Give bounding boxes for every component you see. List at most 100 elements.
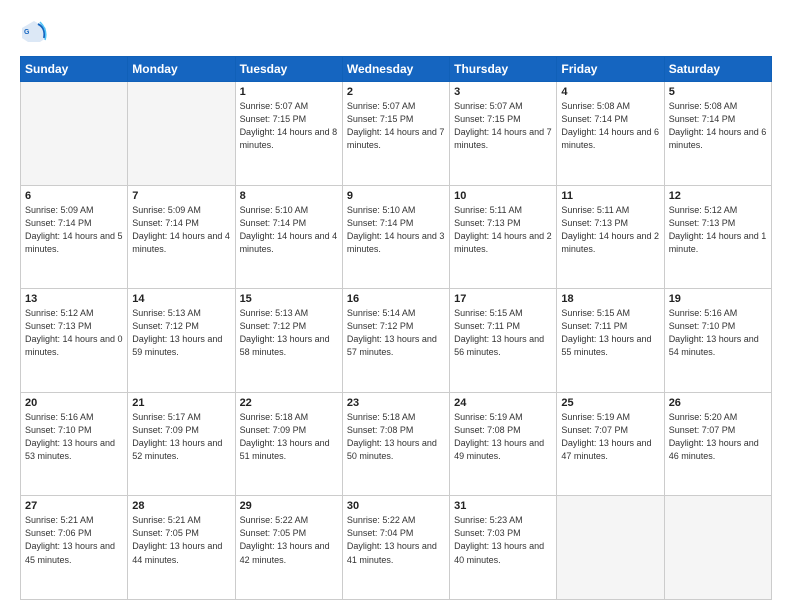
day-info: Sunrise: 5:09 AMSunset: 7:14 PMDaylight:… — [25, 204, 123, 256]
calendar-cell: 26 Sunrise: 5:20 AMSunset: 7:07 PMDayligh… — [664, 392, 771, 496]
day-number: 29 — [240, 500, 338, 512]
day-number: 31 — [454, 500, 552, 512]
day-number: 22 — [240, 397, 338, 409]
calendar-cell: 12 Sunrise: 5:12 AMSunset: 7:13 PMDayligh… — [664, 185, 771, 289]
day-number: 14 — [132, 293, 230, 305]
day-number: 2 — [347, 86, 445, 98]
day-number: 6 — [25, 190, 123, 202]
calendar-cell: 11Sunrise: 5:11 AMSunset: 7:13 PMDayligh… — [557, 185, 664, 289]
day-info: Sunrise: 5:11 AMSunset: 7:13 PMDaylight:… — [561, 204, 659, 256]
calendar-cell: 3 Sunrise: 5:07 AMSunset: 7:15 PMDaylight… — [450, 82, 557, 186]
calendar-cell: 28 Sunrise: 5:21 AMSunset: 7:05 PMDayligh… — [128, 496, 235, 600]
day-info: Sunrise: 5:12 AMSunset: 7:13 PMDaylight:… — [669, 204, 767, 256]
day-number: 16 — [347, 293, 445, 305]
logo: G — [20, 18, 52, 46]
day-info: Sunrise: 5:18 AMSunset: 7:09 PMDaylight:… — [240, 411, 338, 463]
weekday-header: Tuesday — [235, 57, 342, 82]
day-info: Sunrise: 5:15 AMSunset: 7:11 PMDaylight:… — [454, 307, 552, 359]
calendar-cell: 14Sunrise: 5:13 AMSunset: 7:12 PMDayligh… — [128, 289, 235, 393]
calendar-cell: 21Sunrise: 5:17 AMSunset: 7:09 PMDayligh… — [128, 392, 235, 496]
day-number: 1 — [240, 86, 338, 98]
calendar-cell: 1 Sunrise: 5:07 AMSunset: 7:15 PMDaylight… — [235, 82, 342, 186]
day-number: 24 — [454, 397, 552, 409]
day-info: Sunrise: 5:18 AMSunset: 7:08 PMDaylight:… — [347, 411, 445, 463]
day-number: 19 — [669, 293, 767, 305]
calendar-table: SundayMondayTuesdayWednesdayThursdayFrid… — [20, 56, 772, 600]
page: G SundayMondayTuesdayWednesdayThursdayFr… — [0, 0, 792, 612]
day-info: Sunrise: 5:07 AMSunset: 7:15 PMDaylight:… — [240, 100, 338, 152]
day-number: 23 — [347, 397, 445, 409]
logo-icon: G — [20, 18, 48, 46]
day-info: Sunrise: 5:21 AMSunset: 7:06 PMDaylight:… — [25, 514, 123, 566]
header: G — [20, 18, 772, 46]
calendar-cell: 16 Sunrise: 5:14 AMSunset: 7:12 PMDayligh… — [342, 289, 449, 393]
day-info: Sunrise: 5:09 AMSunset: 7:14 PMDaylight:… — [132, 204, 230, 256]
day-info: Sunrise: 5:08 AMSunset: 7:14 PMDaylight:… — [669, 100, 767, 152]
calendar-cell: 23 Sunrise: 5:18 AMSunset: 7:08 PMDayligh… — [342, 392, 449, 496]
weekday-header: Sunday — [21, 57, 128, 82]
day-info: Sunrise: 5:08 AMSunset: 7:14 PMDaylight:… — [561, 100, 659, 152]
day-info: Sunrise: 5:16 AMSunset: 7:10 PMDaylight:… — [25, 411, 123, 463]
calendar-cell: 25 Sunrise: 5:19 AMSunset: 7:07 PMDayligh… — [557, 392, 664, 496]
day-number: 26 — [669, 397, 767, 409]
day-info: Sunrise: 5:07 AMSunset: 7:15 PMDaylight:… — [454, 100, 552, 152]
calendar-cell — [557, 496, 664, 600]
calendar-cell: 8 Sunrise: 5:10 AMSunset: 7:14 PMDaylight… — [235, 185, 342, 289]
calendar-cell — [21, 82, 128, 186]
day-number: 9 — [347, 190, 445, 202]
day-number: 8 — [240, 190, 338, 202]
day-number: 18 — [561, 293, 659, 305]
day-info: Sunrise: 5:11 AMSunset: 7:13 PMDaylight:… — [454, 204, 552, 256]
calendar-cell: 22 Sunrise: 5:18 AMSunset: 7:09 PMDayligh… — [235, 392, 342, 496]
day-info: Sunrise: 5:19 AMSunset: 7:08 PMDaylight:… — [454, 411, 552, 463]
weekday-header: Thursday — [450, 57, 557, 82]
day-info: Sunrise: 5:20 AMSunset: 7:07 PMDaylight:… — [669, 411, 767, 463]
day-info: Sunrise: 5:16 AMSunset: 7:10 PMDaylight:… — [669, 307, 767, 359]
calendar-cell: 2 Sunrise: 5:07 AMSunset: 7:15 PMDaylight… — [342, 82, 449, 186]
day-info: Sunrise: 5:12 AMSunset: 7:13 PMDaylight:… — [25, 307, 123, 359]
day-info: Sunrise: 5:10 AMSunset: 7:14 PMDaylight:… — [240, 204, 338, 256]
day-number: 17 — [454, 293, 552, 305]
calendar-cell: 17 Sunrise: 5:15 AMSunset: 7:11 PMDayligh… — [450, 289, 557, 393]
day-info: Sunrise: 5:17 AMSunset: 7:09 PMDaylight:… — [132, 411, 230, 463]
weekday-header: Monday — [128, 57, 235, 82]
day-info: Sunrise: 5:14 AMSunset: 7:12 PMDaylight:… — [347, 307, 445, 359]
day-number: 28 — [132, 500, 230, 512]
day-number: 13 — [25, 293, 123, 305]
weekday-header: Wednesday — [342, 57, 449, 82]
weekday-header: Friday — [557, 57, 664, 82]
calendar-cell: 10 Sunrise: 5:11 AMSunset: 7:13 PMDayligh… — [450, 185, 557, 289]
calendar-cell: 19 Sunrise: 5:16 AMSunset: 7:10 PMDayligh… — [664, 289, 771, 393]
day-number: 25 — [561, 397, 659, 409]
calendar-cell: 20Sunrise: 5:16 AMSunset: 7:10 PMDayligh… — [21, 392, 128, 496]
day-number: 7 — [132, 190, 230, 202]
day-info: Sunrise: 5:10 AMSunset: 7:14 PMDaylight:… — [347, 204, 445, 256]
day-info: Sunrise: 5:15 AMSunset: 7:11 PMDaylight:… — [561, 307, 659, 359]
day-number: 4 — [561, 86, 659, 98]
day-number: 12 — [669, 190, 767, 202]
calendar-cell: 9 Sunrise: 5:10 AMSunset: 7:14 PMDaylight… — [342, 185, 449, 289]
day-number: 15 — [240, 293, 338, 305]
day-info: Sunrise: 5:22 AMSunset: 7:05 PMDaylight:… — [240, 514, 338, 566]
calendar-cell: 7 Sunrise: 5:09 AMSunset: 7:14 PMDaylight… — [128, 185, 235, 289]
calendar-cell: 24 Sunrise: 5:19 AMSunset: 7:08 PMDayligh… — [450, 392, 557, 496]
calendar-cell: 4 Sunrise: 5:08 AMSunset: 7:14 PMDaylight… — [557, 82, 664, 186]
day-info: Sunrise: 5:07 AMSunset: 7:15 PMDaylight:… — [347, 100, 445, 152]
calendar-cell: 13 Sunrise: 5:12 AMSunset: 7:13 PMDayligh… — [21, 289, 128, 393]
calendar-cell — [128, 82, 235, 186]
calendar-cell: 6 Sunrise: 5:09 AMSunset: 7:14 PMDaylight… — [21, 185, 128, 289]
day-number: 30 — [347, 500, 445, 512]
day-info: Sunrise: 5:19 AMSunset: 7:07 PMDaylight:… — [561, 411, 659, 463]
day-number: 10 — [454, 190, 552, 202]
weekday-header: Saturday — [664, 57, 771, 82]
calendar-cell: 15 Sunrise: 5:13 AMSunset: 7:12 PMDayligh… — [235, 289, 342, 393]
calendar-cell — [664, 496, 771, 600]
calendar-cell: 30Sunrise: 5:22 AMSunset: 7:04 PMDayligh… — [342, 496, 449, 600]
calendar-cell: 27Sunrise: 5:21 AMSunset: 7:06 PMDayligh… — [21, 496, 128, 600]
calendar-cell: 29 Sunrise: 5:22 AMSunset: 7:05 PMDayligh… — [235, 496, 342, 600]
day-number: 3 — [454, 86, 552, 98]
calendar-cell: 5Sunrise: 5:08 AMSunset: 7:14 PMDaylight… — [664, 82, 771, 186]
day-info: Sunrise: 5:13 AMSunset: 7:12 PMDaylight:… — [240, 307, 338, 359]
day-info: Sunrise: 5:23 AMSunset: 7:03 PMDaylight:… — [454, 514, 552, 566]
day-info: Sunrise: 5:21 AMSunset: 7:05 PMDaylight:… — [132, 514, 230, 566]
